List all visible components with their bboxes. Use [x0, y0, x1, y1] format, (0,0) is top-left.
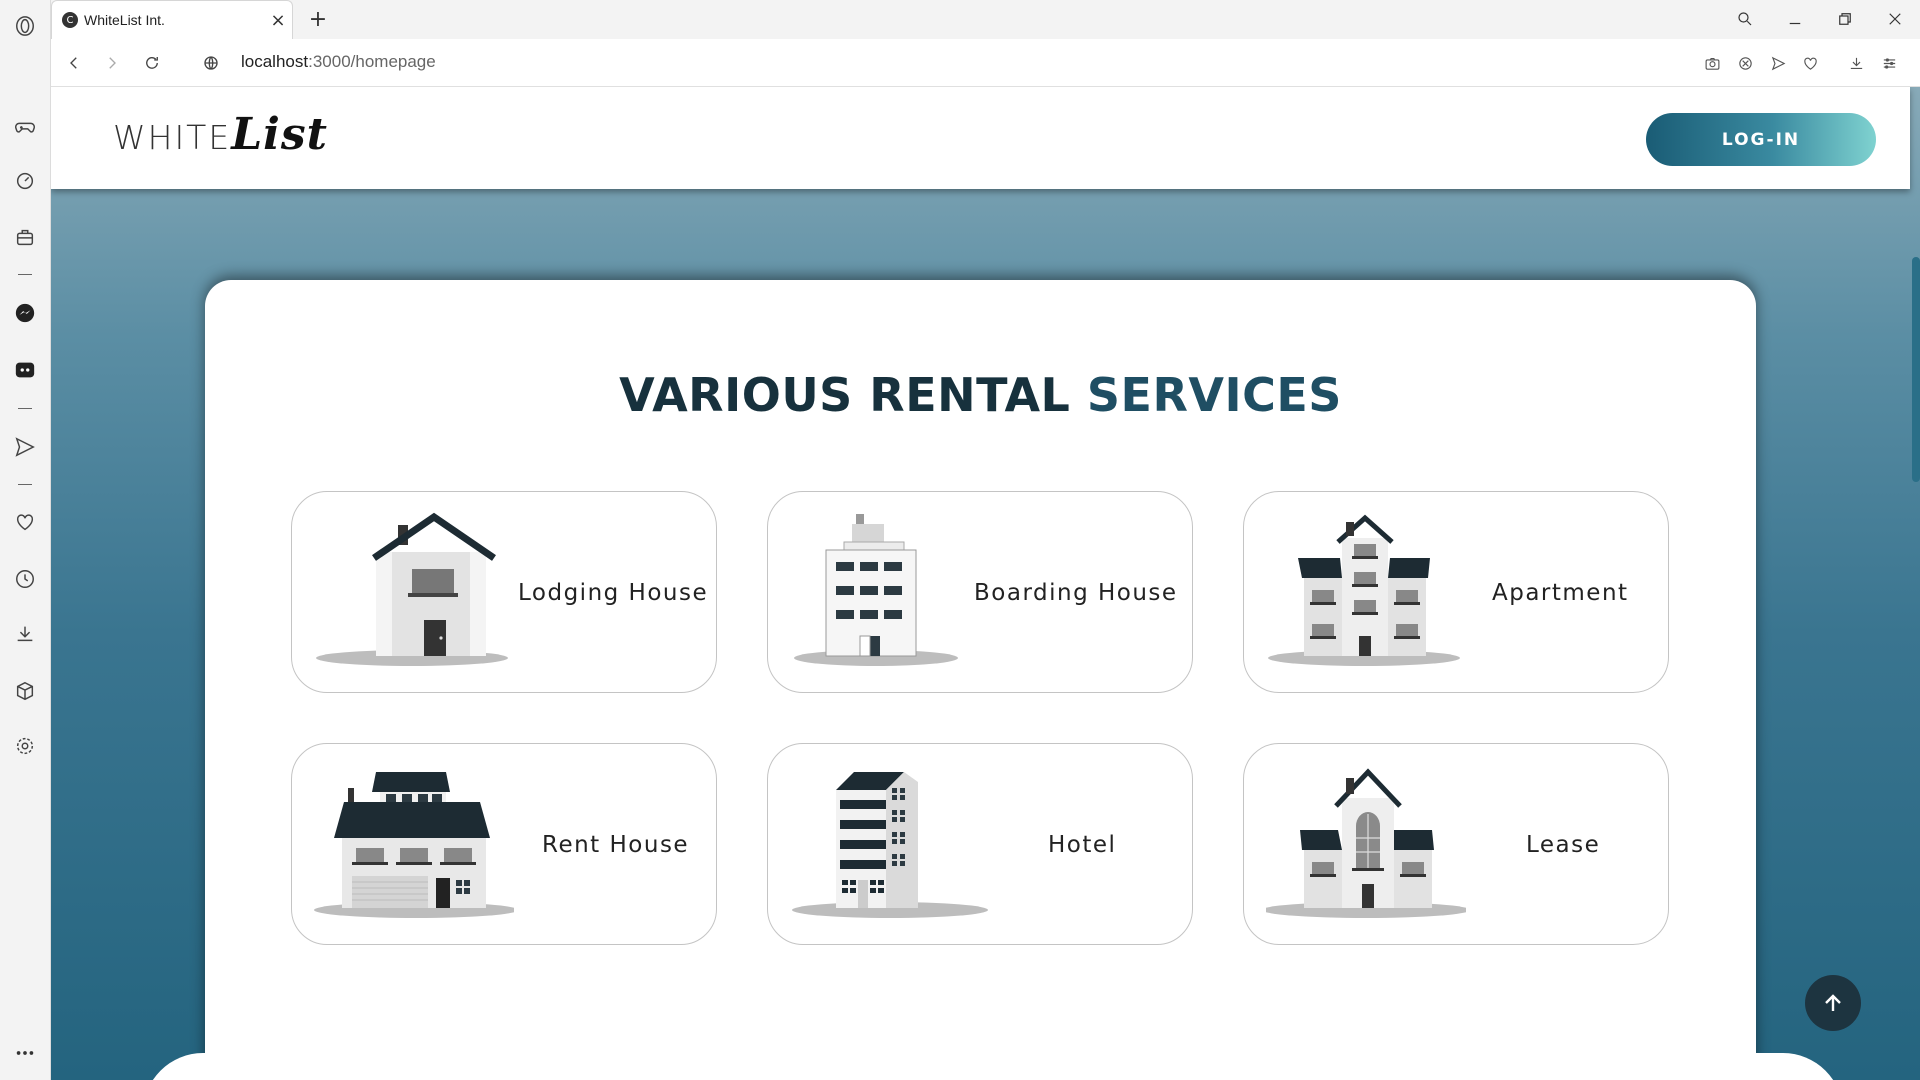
section-title-part2: SERVICES [1086, 368, 1342, 422]
gamepad-icon[interactable] [12, 114, 38, 140]
site-logo[interactable]: WHITE List [113, 109, 328, 169]
minimize-icon[interactable] [1775, 4, 1815, 34]
tab-title: WhiteList Int. [84, 12, 165, 28]
service-card-hotel[interactable]: Hotel [767, 743, 1193, 945]
service-label: Boarding House [974, 580, 1178, 606]
logo-list-text: List [231, 109, 328, 160]
adblock-icon[interactable] [1733, 51, 1757, 75]
forward-icon[interactable] [98, 49, 126, 77]
address-bar: localhost:3000/homepage [51, 39, 1920, 87]
scroll-to-top-button[interactable] [1805, 975, 1861, 1031]
next-section-card [143, 1053, 1843, 1080]
rent-house-icon [314, 772, 514, 918]
sidebar-divider [18, 274, 32, 275]
boarding-house-icon [794, 514, 958, 666]
page-viewport: WHITE List LOG-IN VARIOUS RENTAL SERVICES… [51, 87, 1920, 1080]
service-card-lease[interactable]: Lease [1243, 743, 1669, 945]
close-window-icon[interactable] [1875, 4, 1915, 34]
service-card-boarding-house[interactable]: Boarding House [767, 491, 1193, 693]
browser-sidebar [0, 0, 51, 1080]
service-label: Rent House [542, 832, 690, 858]
section-title: VARIOUS RENTAL SERVICES [205, 368, 1756, 422]
downloads-icon[interactable] [1844, 51, 1868, 75]
easy-setup-icon[interactable] [1877, 51, 1901, 75]
send-icon[interactable] [12, 434, 38, 460]
arrow-up-icon [1825, 994, 1841, 1011]
service-label: Apartment [1492, 580, 1629, 606]
page-scrollbar[interactable] [1912, 257, 1920, 482]
sidebar-divider [18, 408, 32, 409]
new-tab-button[interactable]: + [303, 4, 333, 34]
site-favicon-icon: C [62, 12, 78, 28]
cube-icon[interactable] [12, 678, 38, 704]
messenger-icon[interactable] [12, 300, 38, 326]
service-label: Lodging House [518, 580, 709, 606]
lodging-house-icon [316, 512, 508, 666]
service-card-lodging-house[interactable]: Lodging House [291, 491, 717, 693]
tab-whitelist[interactable]: C WhiteList Int. × [51, 0, 293, 39]
service-label: Lease [1526, 832, 1601, 858]
logo-white-text: WHITE [113, 118, 232, 157]
rental-services-section: VARIOUS RENTAL SERVICES Lodging House Bo… [205, 280, 1756, 1080]
url-host: localhost [241, 52, 309, 71]
section-title-part1: VARIOUS RENTAL [619, 368, 1087, 422]
heart-icon[interactable] [12, 509, 38, 535]
reload-icon[interactable] [138, 49, 166, 77]
lease-icon [1266, 768, 1466, 918]
service-card-apartment[interactable]: Apartment [1243, 491, 1669, 693]
hotel-icon [792, 772, 988, 918]
bag-icon[interactable] [12, 224, 38, 250]
service-card-rent-house[interactable]: Rent House [291, 743, 717, 945]
url-path: :3000/homepage [308, 52, 436, 71]
download-icon[interactable] [12, 621, 38, 647]
history-icon[interactable] [12, 566, 38, 592]
speed-dial-icon[interactable] [12, 168, 38, 194]
search-tabs-icon[interactable] [1725, 4, 1765, 34]
flow-send-icon[interactable] [1766, 51, 1790, 75]
settings-icon[interactable] [12, 733, 38, 759]
login-button[interactable]: LOG-IN [1646, 113, 1876, 166]
close-tab-icon[interactable]: × [264, 6, 292, 34]
opera-icon[interactable] [12, 13, 38, 39]
sidebar-divider [18, 484, 32, 485]
bookmark-heart-icon[interactable] [1798, 51, 1822, 75]
apartment-icon [1268, 514, 1460, 666]
back-icon[interactable] [60, 49, 88, 77]
globe-icon [197, 49, 225, 77]
discord-icon[interactable] [12, 357, 38, 383]
restore-icon[interactable] [1825, 4, 1865, 34]
url-field[interactable]: localhost:3000/homepage [241, 52, 436, 72]
camera-icon[interactable] [1700, 51, 1724, 75]
more-icon[interactable] [12, 1040, 38, 1066]
tab-strip: C WhiteList Int. × + [51, 0, 1920, 39]
service-label: Hotel [1048, 832, 1117, 858]
site-header: WHITE List LOG-IN [51, 87, 1910, 189]
